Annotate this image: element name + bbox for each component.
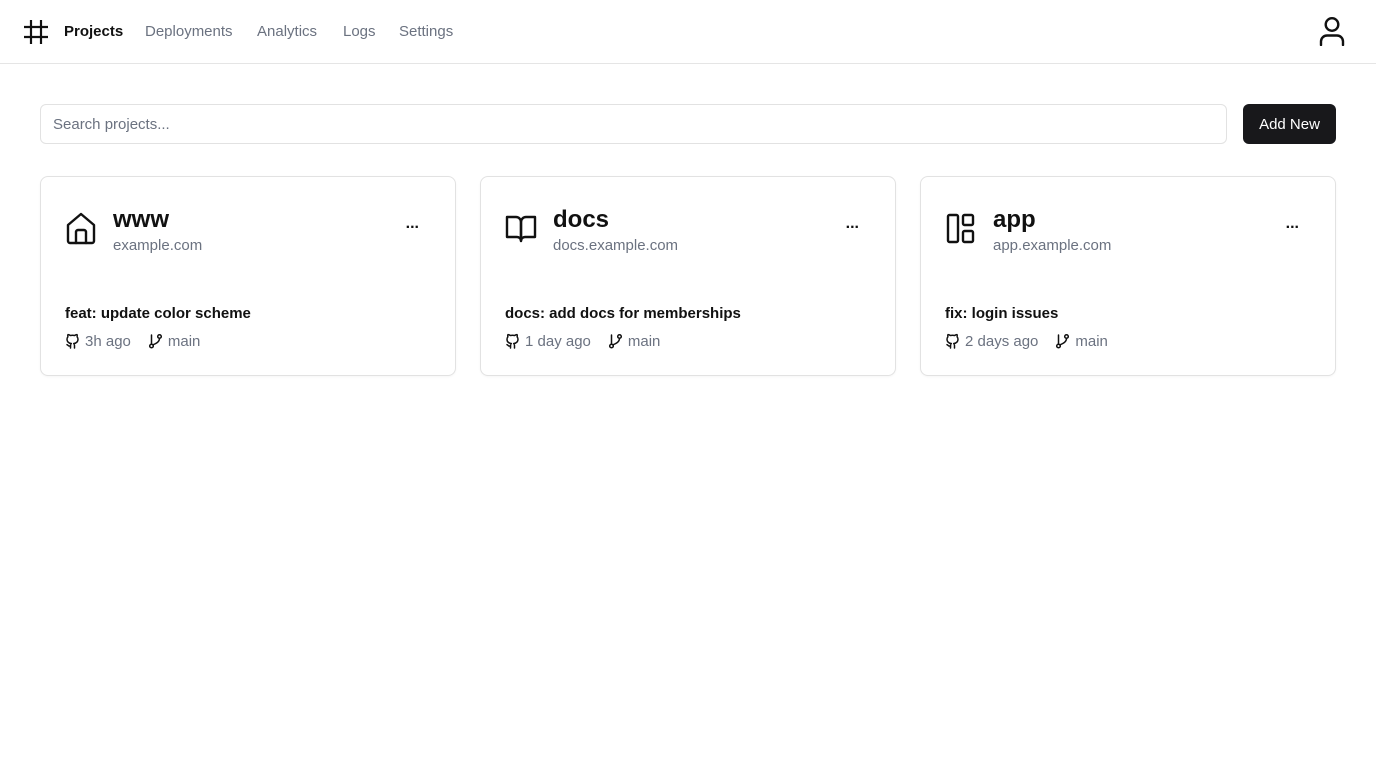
nav-item-deployments[interactable]: Deployments: [145, 22, 233, 42]
top-navigation-bar: Projects Deployments Analytics Logs Sett…: [0, 0, 1376, 64]
project-domain-link[interactable]: app.example.com: [993, 236, 1111, 256]
commit-meta: 3h ago main: [65, 331, 200, 351]
git-branch-icon: [148, 333, 162, 349]
project-name: www: [113, 206, 170, 233]
more-options-button[interactable]: ...: [1286, 216, 1299, 232]
nav-item-projects[interactable]: Projects: [64, 22, 123, 42]
nav-item-settings[interactable]: Settings: [399, 22, 453, 42]
project-card-app[interactable]: app app.example.com ... fix: login issue…: [920, 176, 1336, 376]
search-projects-input[interactable]: [40, 104, 1227, 144]
user-icon[interactable]: [1318, 16, 1346, 46]
project-domain-link[interactable]: example.com: [113, 236, 202, 256]
project-card-www[interactable]: www example.com ... feat: update color s…: [40, 176, 456, 376]
commit-time: 3h ago: [85, 332, 131, 350]
project-domain-link[interactable]: docs.example.com: [553, 236, 678, 256]
latest-commit-message: feat: update color scheme: [65, 305, 251, 322]
home-icon: [66, 212, 96, 245]
git-branch-icon: [1056, 333, 1070, 349]
book-open-icon: [505, 215, 537, 243]
hash-icon[interactable]: [24, 20, 48, 44]
project-card-docs[interactable]: docs docs.example.com ... docs: add docs…: [480, 176, 896, 376]
more-options-button[interactable]: ...: [406, 216, 419, 232]
branch-name: main: [167, 332, 201, 350]
commit-time: 2 days ago: [965, 332, 1039, 350]
github-icon: [506, 333, 519, 349]
project-name: docs: [553, 206, 610, 233]
branch-name: main: [1075, 332, 1108, 350]
git-branch-icon: [608, 333, 622, 349]
github-icon: [66, 333, 79, 349]
latest-commit-message: fix: login issues: [945, 305, 1059, 322]
commit-meta: 2 days ago main: [945, 331, 1108, 351]
branch-name: main: [627, 332, 661, 350]
commit-meta: 1 day ago main: [505, 331, 660, 351]
github-icon: [946, 333, 959, 349]
nav-item-analytics[interactable]: Analytics: [257, 22, 317, 42]
more-options-button[interactable]: ...: [846, 216, 859, 232]
add-new-button[interactable]: Add New: [1243, 104, 1336, 144]
commit-time: 1 day ago: [525, 332, 591, 350]
project-name: app: [993, 206, 1036, 233]
latest-commit-message: docs: add docs for memberships: [505, 305, 741, 322]
layout-dashboard-icon: [946, 213, 975, 244]
nav-item-logs[interactable]: Logs: [343, 22, 376, 42]
